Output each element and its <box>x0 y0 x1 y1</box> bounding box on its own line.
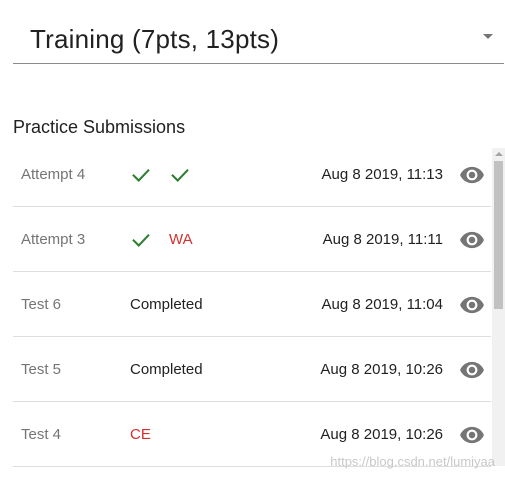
submission-results: WA <box>130 207 193 272</box>
submission-name: Test 4 <box>21 426 62 443</box>
submission-row: Test 6 Completed Aug 8 2019, 11:04 <box>13 272 491 337</box>
check-icon <box>169 164 191 186</box>
eye-icon[interactable] <box>459 357 485 383</box>
submission-name: Test 5 <box>21 361 62 378</box>
check-icon <box>130 164 152 186</box>
caret-down-icon[interactable] <box>483 34 493 39</box>
problem-select[interactable]: Training (7pts, 13pts) <box>13 18 504 64</box>
submissions-list: Attempt 4 Aug 8 2019, 11:13 Attempt 3 WA Aug… <box>13 142 491 483</box>
submission-date: Aug 8 2019, 11:11 <box>322 231 443 248</box>
eye-icon[interactable] <box>459 227 485 253</box>
result-label: Completed <box>130 361 203 378</box>
submission-name: Attempt 4 <box>21 166 86 183</box>
problem-select-value: Training (7pts, 13pts) <box>30 24 280 54</box>
submission-row: Test 5 Completed Aug 8 2019, 10:26 <box>13 337 491 402</box>
submission-date: Aug 8 2019, 11:04 <box>321 296 444 313</box>
submission-row: Attempt 4 Aug 8 2019, 11:13 <box>13 142 491 207</box>
eye-icon[interactable] <box>459 292 485 318</box>
result-label: Completed <box>130 296 203 313</box>
scrollbar-thumb[interactable] <box>494 161 503 309</box>
submission-results: Completed <box>130 272 203 337</box>
submission-row: Attempt 3 WA Aug 8 2019, 11:11 <box>13 207 491 272</box>
section-title: Practice Submissions <box>13 117 186 137</box>
check-icon <box>130 229 152 251</box>
eye-icon[interactable] <box>459 422 485 448</box>
watermark: https://blog.csdn.net/lumiyaa <box>330 454 495 469</box>
scrollbar[interactable] <box>492 148 505 466</box>
submission-results: Completed <box>130 337 203 402</box>
submission-date: Aug 8 2019, 11:13 <box>321 166 444 183</box>
eye-icon[interactable] <box>459 162 485 188</box>
submission-name: Attempt 3 <box>21 231 86 248</box>
submission-results <box>130 142 208 207</box>
result-label: WA <box>169 231 193 248</box>
submission-results: CE <box>130 402 151 467</box>
scroll-up-arrow-icon[interactable] <box>495 152 503 156</box>
result-label: CE <box>130 426 151 443</box>
submission-date: Aug 8 2019, 10:26 <box>320 361 443 378</box>
submission-name: Test 6 <box>21 296 62 313</box>
